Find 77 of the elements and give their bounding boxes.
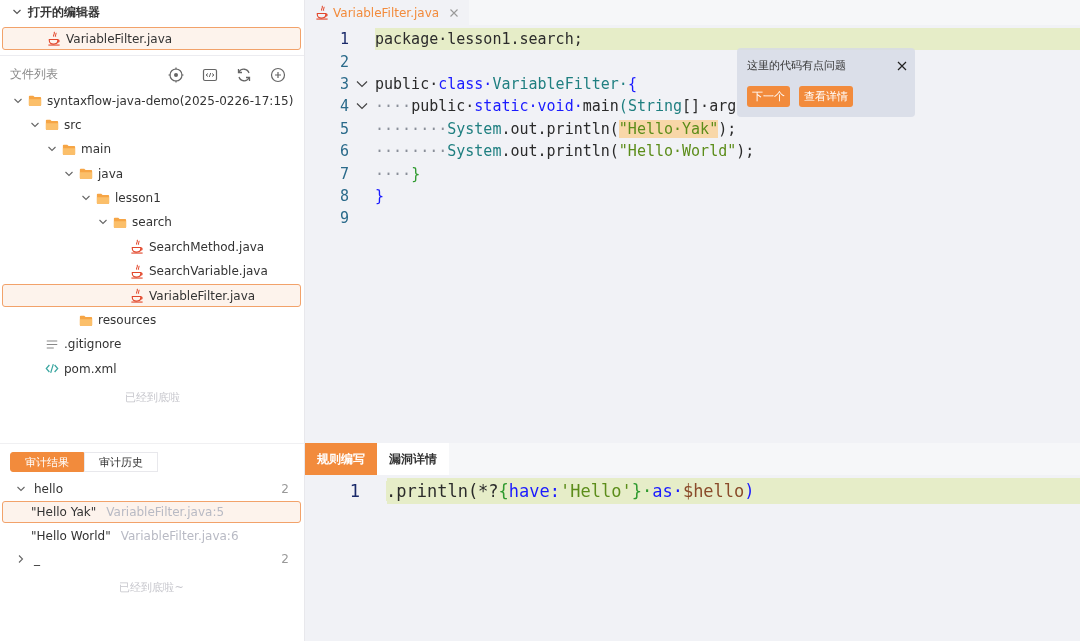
- file-name: VariableFilter.java: [149, 288, 256, 303]
- java-file-icon: [130, 288, 144, 304]
- line-number: 2: [338, 52, 349, 71]
- tree-item[interactable]: java: [2, 162, 301, 186]
- line-number: 7: [338, 164, 349, 183]
- code-line: }: [375, 186, 385, 205]
- group-count: 2: [281, 552, 289, 566]
- line-number: 8: [338, 186, 349, 205]
- tree-item[interactable]: pom.xml: [2, 357, 301, 381]
- open-editor-item[interactable]: VariableFilter.java: [2, 27, 301, 50]
- line-number: 9: [338, 209, 349, 228]
- java-file-icon: [130, 263, 144, 279]
- java-file-icon: [315, 5, 329, 20]
- tree-item[interactable]: resources: [2, 308, 301, 332]
- code-window-icon[interactable]: [202, 66, 218, 83]
- locate-icon[interactable]: [168, 66, 184, 83]
- folder-icon: [79, 166, 93, 182]
- group-name: _: [34, 552, 41, 566]
- audit-tab[interactable]: 审计历史: [84, 452, 158, 472]
- fold-chevron-icon[interactable]: [356, 101, 368, 112]
- line-number: 3: [338, 74, 349, 93]
- folder-icon: [45, 117, 59, 133]
- result-group[interactable]: _ 2: [2, 548, 301, 570]
- code-line: ········System.out.println("Hello·Yak");: [375, 119, 737, 138]
- chevron-icon[interactable]: [12, 7, 22, 17]
- file-name: lesson1: [115, 191, 161, 206]
- code-line: public·class·VariableFilter·{: [375, 74, 637, 93]
- file-name: src: [64, 117, 82, 132]
- tree-item[interactable]: SearchVariable.java: [2, 259, 301, 283]
- tree-item[interactable]: lesson1: [2, 186, 301, 210]
- file-name: .gitignore: [64, 337, 122, 352]
- file-name: java: [98, 166, 124, 181]
- tree-item[interactable]: .gitignore: [2, 332, 301, 356]
- tree-item[interactable]: search: [2, 210, 301, 234]
- result-location: VariableFilter.java:5: [106, 505, 225, 519]
- line-number: 6: [338, 142, 349, 161]
- result-group[interactable]: hello 2: [2, 478, 301, 500]
- java-file-icon: [130, 239, 144, 255]
- hint-message: 这里的代码有点问题: [747, 58, 846, 73]
- tree-item[interactable]: main: [2, 137, 301, 161]
- file-name: SearchMethod.java: [149, 239, 265, 254]
- code-line: ········System.out.println("Hello·World");: [375, 142, 755, 161]
- line-number: 5: [338, 119, 349, 138]
- refresh-icon[interactable]: [236, 66, 252, 83]
- fold-chevron-icon[interactable]: [356, 78, 368, 89]
- line-number: 4: [338, 97, 349, 116]
- result-value: "Hello Yak": [31, 505, 97, 519]
- result-item[interactable]: "Hello World" VariableFilter.java:6: [2, 525, 301, 547]
- result-location: VariableFilter.java:6: [120, 529, 239, 543]
- chevron-icon[interactable]: [16, 484, 26, 494]
- file-name: SearchVariable.java: [149, 264, 268, 279]
- folder-icon: [28, 93, 42, 108]
- tree-item[interactable]: src: [2, 113, 301, 137]
- rule-tab[interactable]: 漏洞详情: [377, 443, 449, 475]
- file-name: pom.xml: [64, 361, 117, 376]
- file-name: main: [81, 142, 111, 157]
- file-name: search: [132, 215, 172, 230]
- file-name: VariableFilter.java: [66, 31, 173, 46]
- code-line: ····public·static·void·main(String[]·arg: [375, 97, 737, 116]
- tree-item[interactable]: SearchMethod.java: [2, 235, 301, 259]
- line-number: 1: [348, 481, 360, 501]
- tree-item[interactable]: VariableFilter.java: [2, 284, 301, 308]
- file-name: resources: [98, 313, 157, 327]
- result-item[interactable]: "Hello Yak" VariableFilter.java:5: [2, 501, 301, 523]
- group-count: 2: [281, 482, 289, 496]
- chevron-icon[interactable]: [16, 554, 26, 564]
- result-value: "Hello World": [31, 529, 111, 543]
- tree-item[interactable]: syntaxflow-java-demo(2025-0226-17:15): [2, 89, 301, 112]
- section-title: 文件列表: [10, 66, 58, 83]
- group-name: hello: [34, 482, 64, 496]
- add-icon[interactable]: [270, 66, 286, 83]
- java-file-icon: [47, 31, 61, 46]
- section-title: 打开的编辑器: [28, 3, 100, 21]
- file-name: syntaxflow-java-demo(2025-0226-17:15): [47, 93, 294, 108]
- line-number: 1: [338, 30, 349, 49]
- close-icon[interactable]: [897, 60, 907, 71]
- code-line: ····}: [375, 164, 421, 183]
